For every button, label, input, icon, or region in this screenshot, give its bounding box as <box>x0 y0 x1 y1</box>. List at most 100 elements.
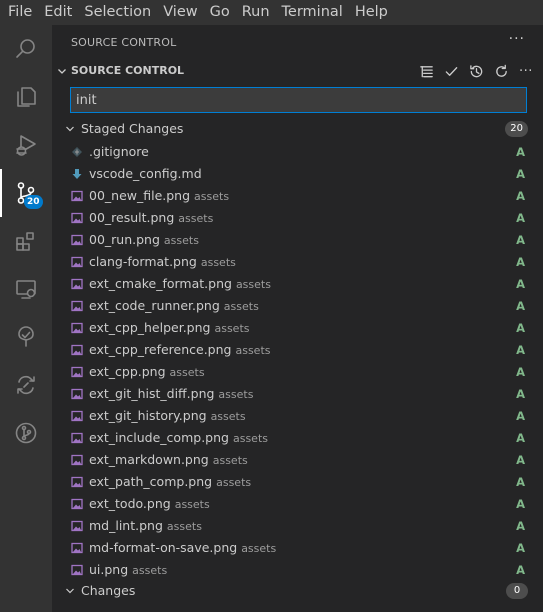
scm-toolbar: ··· <box>417 62 535 80</box>
live-share-activity[interactable] <box>0 361 52 409</box>
commit-button[interactable] <box>442 62 460 80</box>
explorer-activity[interactable] <box>0 73 52 121</box>
file-row[interactable]: ext_cpp.png assets A <box>52 361 543 383</box>
image-icon <box>71 388 83 400</box>
file-row[interactable]: ext_cpp_helper.png assets A <box>52 317 543 339</box>
scm-section-header[interactable]: SOURCE CONTROL ··· <box>52 60 543 82</box>
commit-message-input[interactable] <box>71 88 526 112</box>
file-row[interactable]: ext_cmake_format.png assets A <box>52 273 543 295</box>
file-row[interactable]: ext_todo.png assets A <box>52 493 543 515</box>
file-name: clang-format.png assets <box>89 251 236 274</box>
menu-item-file[interactable]: File <box>0 0 36 25</box>
file-name-text: ext_markdown.png <box>89 452 209 467</box>
sidebar-more-icon[interactable]: ··· <box>509 31 525 47</box>
file-row[interactable]: 00_result.png assets A <box>52 207 543 229</box>
file-name-text: ext_todo.png <box>89 496 171 511</box>
file-row[interactable]: 00_new_file.png assets A <box>52 185 543 207</box>
run-debug-icon <box>16 135 36 156</box>
file-name: md_lint.png assets <box>89 515 202 538</box>
file-row[interactable]: ext_git_history.png assets A <box>52 405 543 427</box>
menu-item-run[interactable]: Run <box>234 0 274 25</box>
staged-changes-group[interactable]: Staged Changes 20 <box>52 118 543 140</box>
commit-check-icon <box>445 66 457 76</box>
git-graph-activity[interactable] <box>0 409 52 457</box>
file-name: ext_git_hist_diff.png assets <box>89 383 253 406</box>
history-icon <box>469 64 482 77</box>
file-name: ext_cpp_reference.png assets <box>89 339 270 362</box>
image-icon <box>71 256 83 268</box>
file-row[interactable]: ext_path_comp.png assets A <box>52 471 543 493</box>
remote-explorer-activity[interactable] <box>0 265 52 313</box>
file-directory: assets <box>216 476 252 489</box>
image-icon <box>71 542 83 554</box>
file-row[interactable]: .gitignore A <box>52 141 543 163</box>
file-name-text: ext_git_hist_diff.png <box>89 386 215 401</box>
file-name-text: ext_cpp_helper.png <box>89 320 211 335</box>
file-row[interactable]: md_lint.png assets A <box>52 515 543 537</box>
file-directory: assets <box>194 190 230 203</box>
file-row[interactable]: vscode_config.md A <box>52 163 543 185</box>
file-status-added: A <box>516 145 525 159</box>
file-row[interactable]: ui.png assets A <box>52 559 543 581</box>
file-status-added: A <box>516 453 525 467</box>
sidebar-title: SOURCE CONTROL <box>71 36 177 49</box>
file-status-added: A <box>516 167 525 181</box>
gitignore-icon <box>72 147 82 157</box>
more-actions-button[interactable]: ··· <box>517 62 535 80</box>
image-icon <box>71 432 83 444</box>
source-control-activity[interactable]: 20 <box>0 169 52 217</box>
file-name: ext_todo.png assets <box>89 493 210 516</box>
file-row[interactable]: 00_run.png assets A <box>52 229 543 251</box>
file-name-text: .gitignore <box>89 144 149 159</box>
file-row[interactable]: ext_markdown.png assets A <box>52 449 543 471</box>
refresh-icon <box>495 64 507 77</box>
run-debug-activity[interactable] <box>0 121 52 169</box>
file-row[interactable]: md-format-on-save.png assets A <box>52 537 543 559</box>
file-row[interactable]: ext_cpp_reference.png assets A <box>52 339 543 361</box>
menu-item-view[interactable]: View <box>155 0 201 25</box>
file-name-text: md_lint.png <box>89 518 163 533</box>
file-directory: assets <box>210 410 246 423</box>
image-icon <box>71 300 83 312</box>
search-activity[interactable] <box>0 25 52 73</box>
view-as-tree-button[interactable] <box>417 62 435 80</box>
file-name-text: 00_run.png <box>89 232 160 247</box>
image-icon <box>71 278 83 290</box>
section-title: SOURCE CONTROL <box>71 64 185 77</box>
changes-group[interactable]: Changes 0 <box>52 580 543 602</box>
file-status-added: A <box>516 321 525 335</box>
file-name: ext_include_comp.png assets <box>89 427 268 450</box>
more-actions-icon: ··· <box>519 63 533 79</box>
chevron-down-icon <box>66 588 74 594</box>
extensions-activity[interactable] <box>0 217 52 265</box>
file-row[interactable]: ext_include_comp.png assets A <box>52 427 543 449</box>
file-name: ext_markdown.png assets <box>89 449 248 472</box>
file-name-text: ext_cpp_reference.png <box>89 342 232 357</box>
live-share-icon <box>17 375 35 395</box>
file-status-added: A <box>516 233 525 247</box>
file-row[interactable]: clang-format.png assets A <box>52 251 543 273</box>
changes-count-badge: 0 <box>506 583 528 599</box>
menu-item-terminal[interactable]: Terminal <box>274 0 347 25</box>
menu-item-edit[interactable]: Edit <box>36 0 76 25</box>
menu-item-selection[interactable]: Selection <box>76 0 155 25</box>
image-icon <box>71 234 83 246</box>
testing-activity[interactable] <box>0 313 52 361</box>
git-graph-icon <box>15 422 37 444</box>
file-name-text: ext_code_runner.png <box>89 298 220 313</box>
history-button[interactable] <box>467 62 485 80</box>
file-name-text: md-format-on-save.png <box>89 540 238 555</box>
image-icon <box>71 190 83 202</box>
menu-item-go[interactable]: Go <box>202 0 234 25</box>
file-row[interactable]: ext_git_hist_diff.png assets A <box>52 383 543 405</box>
file-name: 00_run.png assets <box>89 229 199 252</box>
file-status-added: A <box>516 519 525 533</box>
image-icon <box>71 454 83 466</box>
file-row[interactable]: ext_code_runner.png assets A <box>52 295 543 317</box>
menu-bar: File Edit Selection View Go Run Terminal Help <box>0 0 543 25</box>
refresh-button[interactable] <box>492 62 510 80</box>
menu-item-help[interactable]: Help <box>347 0 392 25</box>
file-name: ext_cpp.png assets <box>89 361 205 384</box>
file-directory: assets <box>132 564 168 577</box>
file-name-text: 00_new_file.png <box>89 188 191 203</box>
